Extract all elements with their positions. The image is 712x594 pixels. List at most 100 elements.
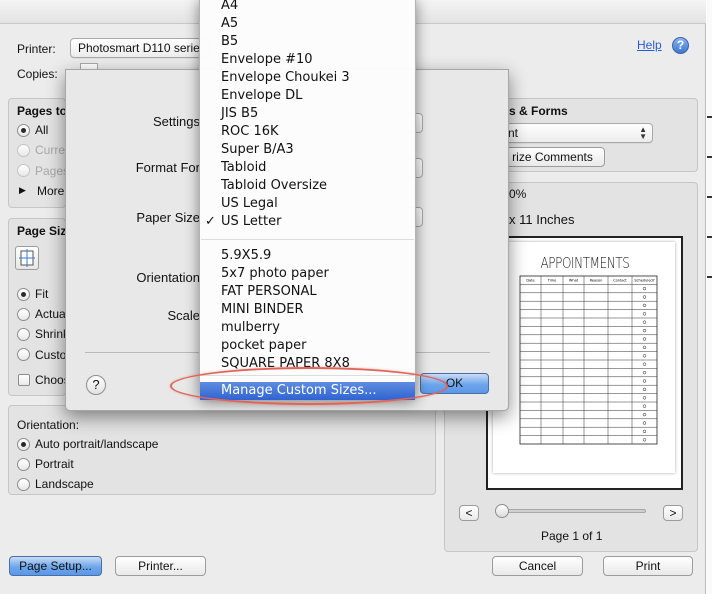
table-header-cell: Date — [526, 279, 534, 283]
scale-fit-label: Fit — [35, 287, 49, 301]
page-slider-knob[interactable] — [495, 504, 509, 518]
scheduled-circle — [642, 396, 647, 400]
table-header-cell: What — [569, 279, 579, 283]
prev-page-button[interactable]: < — [459, 505, 479, 521]
scale-shrink-label: Shrink — [35, 327, 70, 341]
pages-current-label: Curre — [35, 143, 66, 157]
orientation-auto-label: Auto portrait/landscape — [35, 437, 159, 451]
page-size-toggle[interactable] — [15, 246, 39, 270]
menu-item-custom-size[interactable]: FAT PERSONAL — [200, 283, 415, 301]
preview-page: APPOINTMENTS Date Time What Reason Contact Sc… — [493, 242, 675, 473]
scheduled-circle — [642, 412, 647, 417]
scale-shrink-radio[interactable] — [17, 328, 30, 341]
appointment-table: Date Time What Reason Contact Scheduled? — [519, 275, 658, 445]
checkmark-icon: ✓ — [205, 214, 216, 229]
menu-item-custom-size[interactable]: 5x7 photo paper — [200, 265, 415, 283]
scheduled-circle — [642, 362, 647, 366]
scheduled-circle — [642, 404, 647, 408]
comments-popup[interactable]: nt ▲ ▼ — [500, 123, 653, 143]
printer-popup[interactable]: Photosmart D110 serie — [70, 38, 210, 58]
comments-value: nt — [508, 126, 519, 140]
orientation-landscape-radio[interactable] — [17, 478, 30, 491]
menu-item-paper-size[interactable]: Super B/A3 — [200, 141, 415, 159]
printer-button[interactable]: Printer... — [115, 556, 206, 576]
menu-item-paper-size[interactable]: US Legal — [200, 195, 415, 213]
menu-item-paper-size[interactable]: Envelope Choukei 3 — [200, 69, 415, 87]
choose-paper-checkbox[interactable] — [18, 374, 30, 386]
scale-custom-label: Custo — [35, 348, 67, 362]
menu-item-paper-size[interactable]: Envelope #10 — [200, 51, 415, 69]
menu-item-paper-size[interactable]: JIS B5 — [200, 105, 415, 123]
scheduled-circle — [642, 370, 647, 375]
scale-fit-radio[interactable] — [17, 288, 30, 301]
menu-item-custom-size[interactable]: mulberry — [200, 319, 415, 337]
help-icon[interactable]: ? — [672, 37, 689, 54]
question-mark-icon: ? — [92, 377, 100, 392]
paper-size-label: Paper Size — [136, 210, 200, 225]
menu-item-custom-size[interactable]: MINI BINDER — [200, 301, 415, 319]
menu-item-paper-size[interactable]: A4 — [200, 0, 415, 15]
scale-actual-radio[interactable] — [17, 308, 30, 321]
copies-label: Copies: — [17, 67, 58, 81]
orientation-label: Orientation — [136, 270, 200, 285]
menu-item-paper-size[interactable]: Tabloid Oversize — [200, 177, 415, 195]
menu-separator — [201, 239, 414, 240]
menu-item-custom-size[interactable]: pocket paper — [200, 337, 415, 355]
page-size-icon — [19, 249, 35, 267]
pages-range-radio[interactable] — [17, 164, 30, 177]
scheduled-circle — [642, 438, 647, 442]
menu-item-paper-size[interactable]: Envelope DL — [200, 87, 415, 105]
print-button[interactable]: Print — [603, 556, 693, 576]
scheduled-circle — [642, 345, 647, 350]
table-header-cell: Time — [547, 279, 557, 283]
table-header-cell: Reason — [590, 279, 603, 283]
page-size-title: Page Siz — [17, 224, 67, 238]
scheduled-circle — [642, 328, 647, 333]
printer-label: Printer: — [17, 42, 56, 56]
menu-item-paper-size[interactable]: Tabloid — [200, 159, 415, 177]
scheduled-circle — [642, 320, 647, 324]
table-header-cell: Scheduled? — [634, 279, 654, 283]
scheduled-circle — [642, 429, 647, 434]
page-setup-button[interactable]: Page Setup... — [9, 556, 102, 576]
annotation-ellipse — [170, 367, 448, 405]
menu-item-paper-size[interactable]: US Letter ✓ — [200, 213, 415, 231]
scheduled-circle — [642, 295, 647, 299]
orientation-portrait-radio[interactable] — [17, 458, 30, 471]
table-header-cell: Contact — [613, 279, 627, 283]
menu-item-custom-size[interactable]: 5.9X5.9 — [200, 247, 415, 265]
menu-item-paper-size[interactable]: ROC 16K — [200, 123, 415, 141]
scale-label: Scale — [167, 308, 200, 323]
pages-title: Pages to — [17, 104, 68, 118]
help-link[interactable]: Help — [637, 38, 662, 52]
paper-size-menu: A4 A5 B5 Envelope #10 Envelope Choukei 3 Enve… — [199, 0, 416, 400]
comments-title: s & Forms — [509, 104, 568, 118]
menu-item-paper-size[interactable]: B5 — [200, 33, 415, 51]
pages-all-label: All — [35, 123, 49, 137]
disclosure-triangle-icon[interactable]: ▶ — [19, 185, 26, 196]
scheduled-circle — [642, 337, 647, 341]
popup-arrows-icon: ▲ ▼ — [639, 125, 647, 141]
scale-custom-radio[interactable] — [17, 348, 30, 361]
pages-range-label: Pages — [35, 164, 70, 178]
scheduled-circle — [642, 354, 647, 358]
pages-current-radio[interactable] — [17, 144, 30, 157]
next-page-button[interactable]: > — [663, 505, 683, 521]
more-options-label[interactable]: More — [37, 184, 64, 198]
settings-label: Settings — [153, 114, 200, 129]
orientation-landscape-label: Landscape — [35, 477, 94, 491]
help-button[interactable]: ? — [86, 375, 106, 395]
scheduled-circle — [642, 286, 647, 291]
scale-actual-label: Actua — [35, 307, 66, 321]
format-for-label: Format For — [135, 160, 200, 175]
zoom-label: 0% — [509, 187, 527, 201]
page-slider-track[interactable] — [498, 509, 646, 513]
menu-item-paper-size[interactable]: A5 — [200, 15, 415, 33]
orientation-portrait-label: Portrait — [35, 457, 74, 471]
summarize-comments-button[interactable]: rize Comments — [500, 147, 605, 167]
pages-all-radio[interactable] — [17, 124, 30, 137]
orientation-auto-radio[interactable] — [17, 438, 30, 451]
cancel-button[interactable]: Cancel — [492, 556, 583, 576]
orientation-title: Orientation: — [17, 418, 80, 432]
scheduled-circle — [642, 387, 647, 392]
